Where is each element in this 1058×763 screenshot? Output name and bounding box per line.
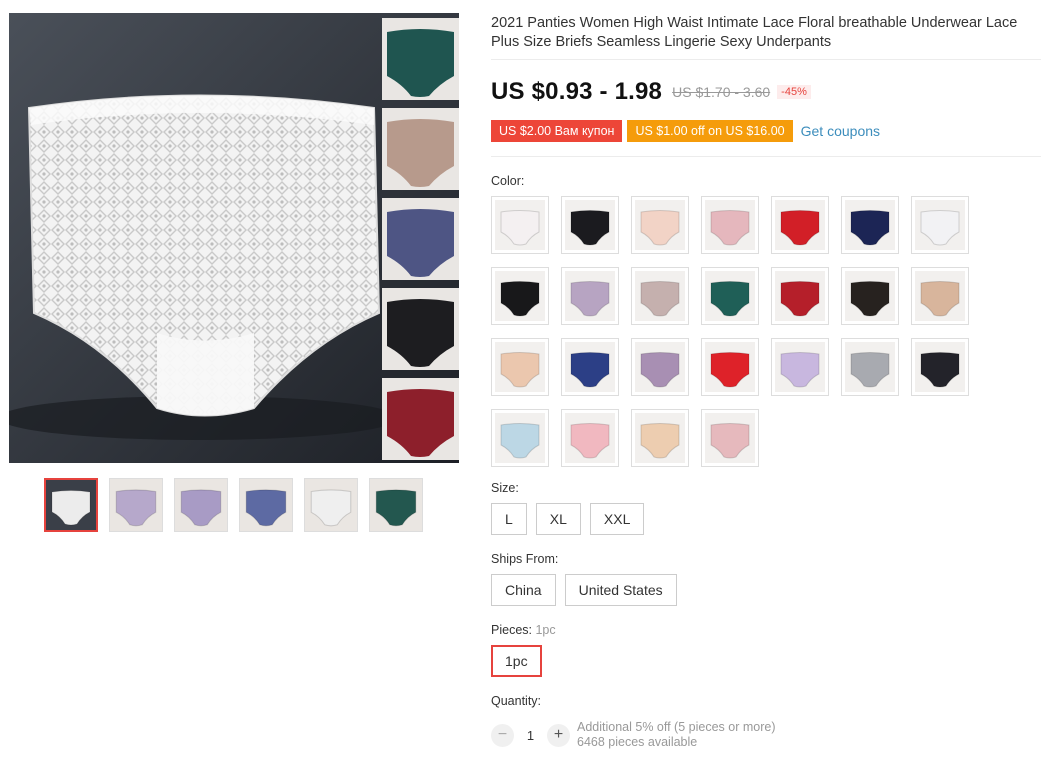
color-swatch-image — [565, 342, 615, 392]
color-swatch[interactable] — [491, 338, 549, 396]
color-swatch[interactable] — [911, 196, 969, 254]
pieces-label: Pieces: 1pc — [491, 623, 556, 637]
current-price: US $0.93 - 1.98 — [491, 78, 663, 105]
size-label: Size: — [491, 481, 519, 495]
color-swatch-image — [775, 271, 825, 321]
color-swatch[interactable] — [561, 338, 619, 396]
color-swatch[interactable] — [491, 409, 549, 467]
color-swatch-image — [775, 342, 825, 392]
color-label: Color: — [491, 174, 525, 188]
color-swatch-image — [635, 413, 685, 463]
color-swatch[interactable] — [911, 338, 969, 396]
color-swatch[interactable] — [631, 196, 689, 254]
gallery-thumbnail[interactable] — [304, 478, 358, 532]
color-swatch-image — [46, 480, 96, 530]
quantity-stepper: − 1 + Additional 5% off (5 pieces or mor… — [491, 720, 775, 750]
color-swatch[interactable] — [771, 196, 829, 254]
gallery-thumbnail[interactable] — [239, 478, 293, 532]
color-swatch[interactable] — [631, 267, 689, 325]
color-swatch[interactable] — [841, 267, 899, 325]
color-swatch-image — [705, 200, 755, 250]
color-swatch-image — [705, 342, 755, 392]
color-swatch[interactable] — [911, 267, 969, 325]
ships-from-label: Ships From: — [491, 552, 559, 566]
ships-from-option[interactable]: China — [491, 574, 556, 606]
gallery-thumbnail[interactable] — [109, 478, 163, 532]
color-swatch-image — [305, 479, 357, 531]
color-swatch-image — [775, 200, 825, 250]
coupon-row: US $2.00 Вам купон US $1.00 off on US $1… — [491, 120, 880, 142]
pieces-label-text: Pieces: — [491, 623, 532, 637]
coupon-badge[interactable]: US $2.00 Вам купон — [491, 120, 623, 142]
color-swatch[interactable] — [701, 409, 759, 467]
ships-from-option[interactable]: United States — [564, 574, 677, 606]
color-swatch[interactable] — [491, 196, 549, 254]
color-swatch-image — [845, 271, 895, 321]
pieces-option[interactable]: 1pc — [491, 645, 542, 677]
color-swatch-image — [565, 271, 615, 321]
color-swatch-image — [635, 200, 685, 250]
color-swatch-image — [915, 342, 965, 392]
color-swatch-image — [175, 479, 227, 531]
pieces-options: 1pc — [491, 645, 542, 677]
quantity-value[interactable]: 1 — [514, 728, 547, 743]
color-swatch[interactable] — [561, 196, 619, 254]
gallery-thumbnail[interactable] — [369, 478, 423, 532]
color-swatch-image — [915, 200, 965, 250]
color-swatch[interactable] — [631, 409, 689, 467]
original-price: US $1.70 - 3.60 — [672, 84, 771, 100]
color-swatch[interactable] — [701, 338, 759, 396]
color-swatch-image — [845, 200, 895, 250]
color-swatch[interactable] — [841, 196, 899, 254]
coupon-badge[interactable]: US $1.00 off on US $16.00 — [627, 120, 793, 142]
bulk-discount-note: Additional 5% off (5 pieces or more) — [577, 720, 776, 734]
ships-from-options: China United States — [491, 574, 677, 606]
color-swatch-image — [370, 479, 422, 531]
color-swatch-image — [705, 413, 755, 463]
color-swatch-image — [495, 413, 545, 463]
size-options: L XL XXL — [491, 503, 645, 535]
color-swatch-image — [705, 271, 755, 321]
color-swatch-image — [495, 342, 545, 392]
get-coupons-link[interactable]: Get coupons — [801, 123, 880, 139]
color-swatch[interactable] — [631, 338, 689, 396]
color-swatch[interactable] — [841, 338, 899, 396]
size-option[interactable]: L — [491, 503, 527, 535]
divider — [491, 59, 1041, 60]
gallery-thumbnail[interactable] — [174, 478, 228, 532]
color-swatch-image — [495, 200, 545, 250]
product-title: 2021 Panties Women High Waist Intimate L… — [491, 15, 1018, 50]
color-swatch-image — [240, 479, 292, 531]
color-swatch[interactable] — [701, 267, 759, 325]
gallery-thumbnail[interactable] — [44, 478, 98, 532]
main-product-image[interactable] — [9, 13, 459, 463]
stock-available-note: 6468 pieces available — [577, 735, 698, 749]
color-swatch-image — [495, 271, 545, 321]
color-swatch[interactable] — [561, 409, 619, 467]
price-row: US $0.93 - 1.98 US $1.70 - 3.60 -45% — [491, 78, 811, 106]
color-swatches — [491, 196, 969, 467]
color-swatch[interactable] — [491, 267, 549, 325]
color-swatch-image — [565, 413, 615, 463]
color-swatch[interactable] — [701, 196, 759, 254]
divider — [491, 156, 1041, 157]
color-swatch-image — [565, 200, 615, 250]
size-option[interactable]: XL — [535, 503, 581, 535]
decrease-quantity-button[interactable]: − — [491, 723, 514, 747]
pieces-selected-value: 1pc — [535, 623, 556, 637]
size-option[interactable]: XXL — [589, 503, 645, 535]
color-swatch[interactable] — [771, 338, 829, 396]
color-swatch[interactable] — [561, 267, 619, 325]
color-swatch-image — [110, 479, 162, 531]
discount-badge: -45% — [777, 85, 811, 99]
color-swatch-image — [845, 342, 895, 392]
color-swatch-image — [915, 271, 965, 321]
color-swatch[interactable] — [771, 267, 829, 325]
increase-quantity-button[interactable]: + — [547, 723, 570, 747]
quantity-label: Quantity: — [491, 694, 542, 708]
quantity-note: Additional 5% off (5 pieces or more) 646… — [577, 720, 775, 750]
color-swatch-image — [635, 342, 685, 392]
color-swatch-image — [635, 271, 685, 321]
